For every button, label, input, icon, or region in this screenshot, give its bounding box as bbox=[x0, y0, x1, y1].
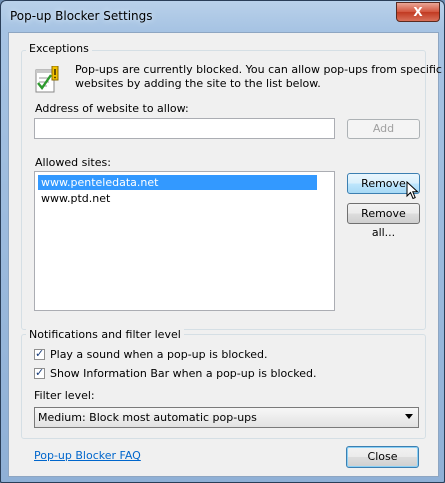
play-sound-checkbox[interactable]: ✓ bbox=[34, 347, 45, 360]
list-item[interactable]: www.penteledata.net bbox=[38, 175, 317, 190]
checklist-warning-icon bbox=[35, 65, 59, 94]
allowed-sites-label: Allowed sites: bbox=[35, 156, 111, 169]
close-icon: X bbox=[413, 5, 423, 19]
remove-all-button[interactable]: Remove all... bbox=[347, 203, 420, 239]
add-button-label: Add bbox=[372, 122, 395, 135]
play-sound-label: Play a sound when a pop-up is blocked. bbox=[50, 348, 268, 361]
info-bar-label: Show Information Bar when a pop-up is bl… bbox=[50, 367, 317, 380]
title-bar[interactable]: Pop-up Blocker Settings X bbox=[1, 1, 444, 31]
exceptions-group-label: Exceptions bbox=[26, 42, 92, 55]
remove-button-label: Remove bbox=[361, 177, 406, 190]
add-button[interactable]: Add bbox=[347, 119, 420, 139]
allowed-sites-list[interactable]: www.penteledata.net www.ptd.net bbox=[34, 171, 335, 311]
info-text-line1: Pop-ups are currently blocked. You can a… bbox=[75, 63, 442, 76]
filter-level-label: Filter level: bbox=[34, 389, 95, 402]
mouse-cursor-icon bbox=[406, 180, 420, 201]
close-button-label: Close bbox=[367, 450, 398, 463]
window-title: Pop-up Blocker Settings bbox=[10, 9, 153, 23]
info-bar-checkbox[interactable]: ✓ bbox=[34, 366, 45, 379]
popup-blocker-settings-window: Pop-up Blocker Settings X Exceptions Pop… bbox=[0, 0, 445, 483]
filter-level-value: Medium: Block most automatic pop-ups bbox=[38, 411, 257, 424]
notifications-group-label: Notifications and filter level bbox=[26, 328, 184, 341]
popup-blocker-faq-link[interactable]: Pop-up Blocker FAQ bbox=[34, 449, 141, 462]
chevron-down-icon bbox=[405, 414, 413, 419]
filter-level-select[interactable]: Medium: Block most automatic pop-ups bbox=[34, 407, 419, 428]
window-close-button[interactable]: X bbox=[396, 2, 440, 22]
address-input[interactable] bbox=[34, 118, 335, 139]
info-text-line2: websites by adding the site to the list … bbox=[75, 77, 321, 90]
close-button[interactable]: Close bbox=[346, 446, 419, 468]
check-mark-icon: ✓ bbox=[35, 347, 45, 360]
dialog-client-area: Exceptions Pop-ups are currently blocked… bbox=[8, 32, 442, 477]
list-item[interactable]: www.ptd.net bbox=[38, 191, 110, 206]
check-mark-icon: ✓ bbox=[35, 366, 45, 379]
address-label: Address of website to allow: bbox=[35, 102, 189, 115]
